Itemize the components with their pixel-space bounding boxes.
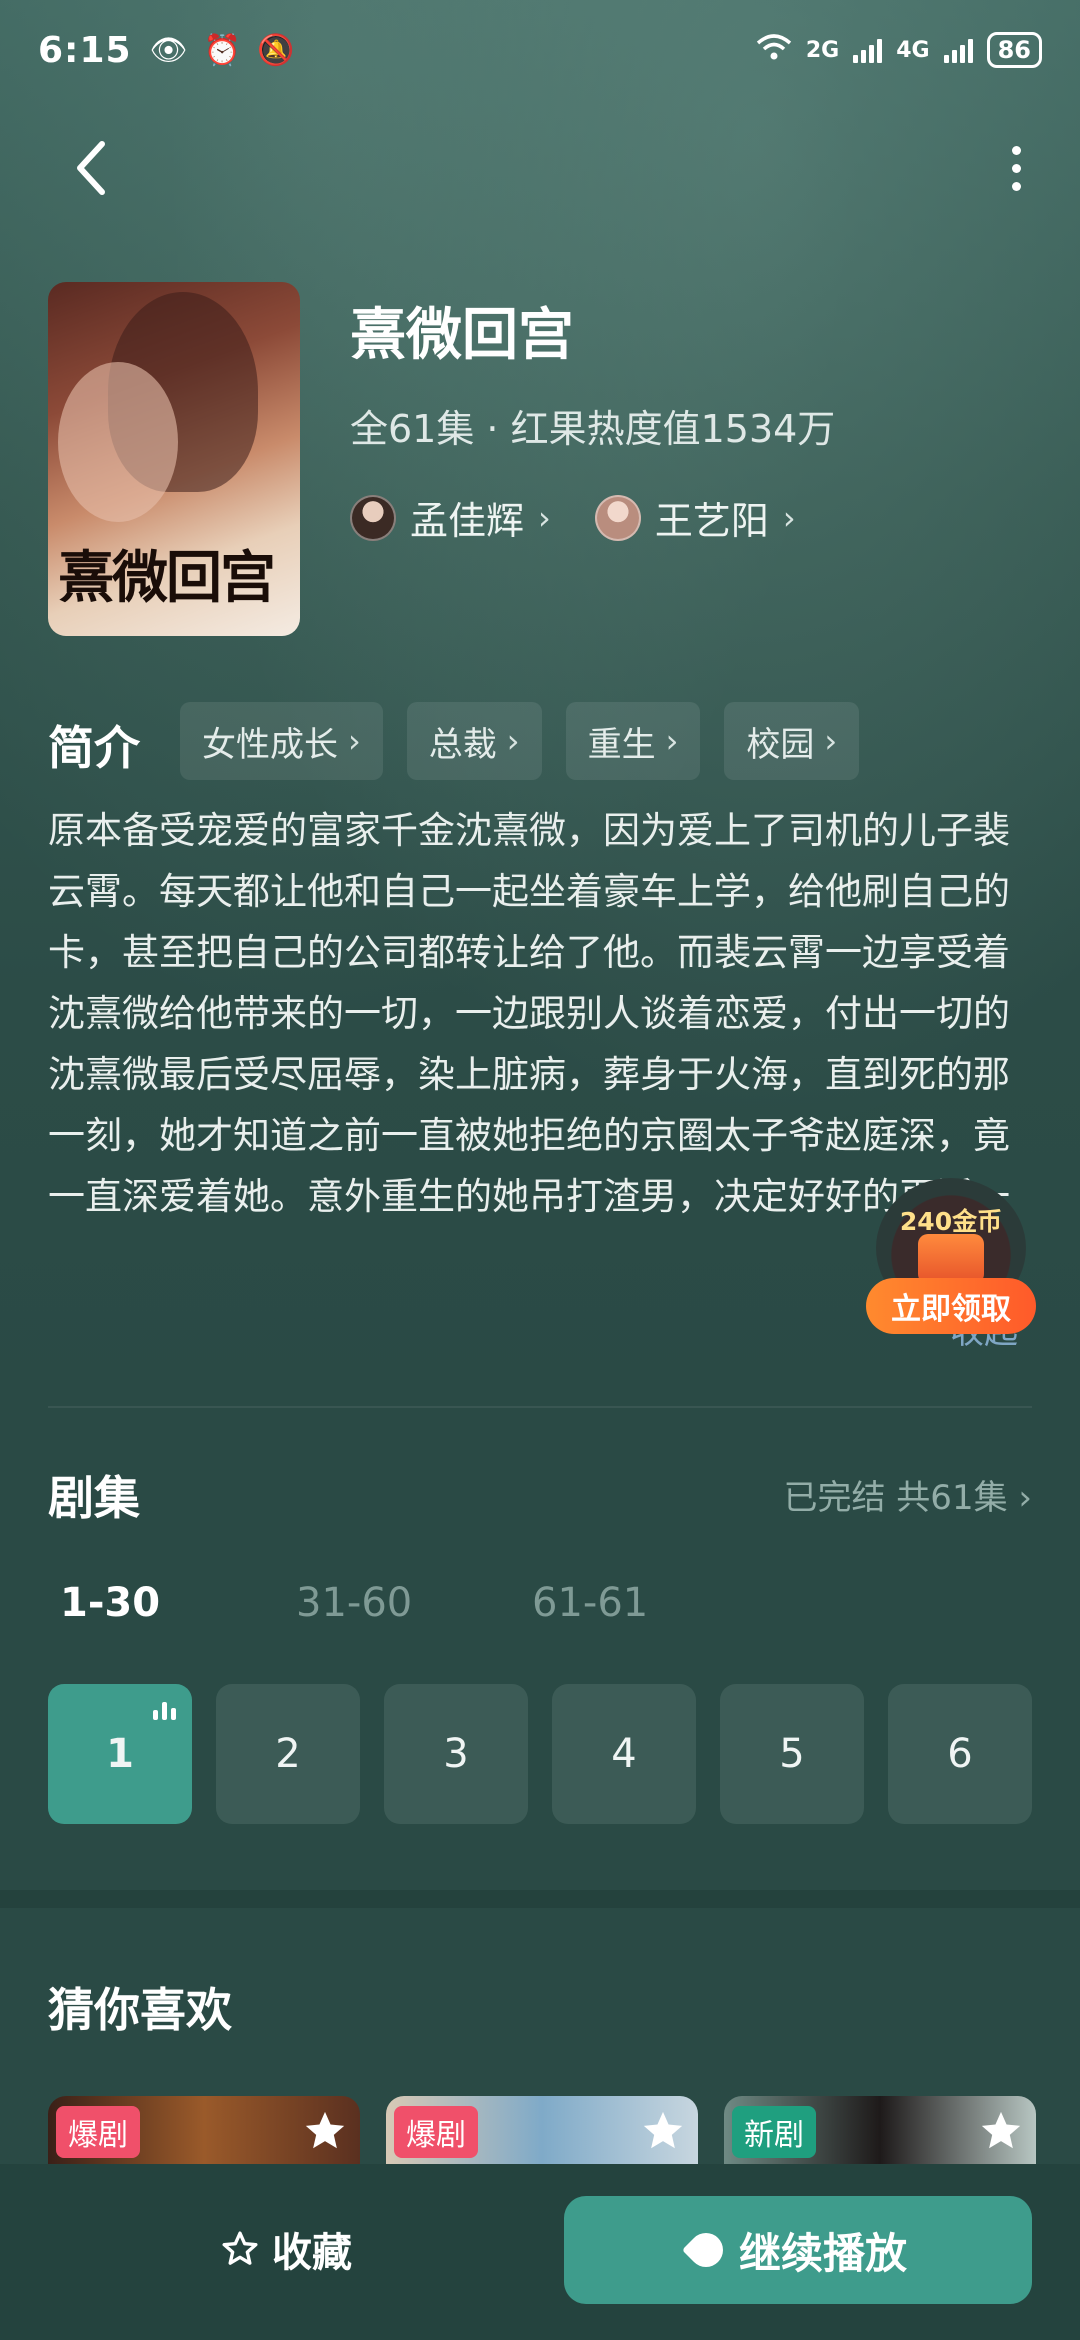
hot-badge: 爆剧 [394,2106,478,2158]
star-icon[interactable] [978,2108,1024,2154]
cast-list: 孟佳辉 › 王艺阳 › [350,490,796,545]
range-tab[interactable]: 31-60 [296,1580,532,1626]
divider [48,1406,1032,1408]
cast-name: 孟佳辉 [410,499,525,543]
episode-button[interactable]: 2 [216,1684,360,1824]
tag-list: 女性成长 › 总裁 › 重生 › 校园 › [180,702,860,780]
cast-name: 王艺阳 [654,499,769,543]
alarm-icon: ⏰ [203,32,241,68]
chevron-right-icon: › [824,722,838,760]
drama-poster[interactable]: 熹微回宫 [48,282,300,636]
coin-amount: 240金币 [899,1207,1003,1236]
tag-chip[interactable]: 总裁 › [406,702,542,780]
status-bar: 6:15 👁 ⏰ 🔕 2G 4G 86 [0,0,1080,100]
coin-reward-widget[interactable]: 240金币 立即领取 [866,1178,1036,1338]
new-badge: 新剧 [732,2106,816,2158]
synopsis-label: 简介 [48,721,140,775]
section-gap [0,1890,1080,1908]
mute-icon: 🔕 [257,32,295,68]
more-options-button[interactable] [996,138,1036,198]
chevron-right-icon: › [506,722,520,760]
chevron-right-icon: › [538,498,551,537]
back-arrow-icon [77,141,105,195]
hot-badge: 爆剧 [56,2106,140,2158]
episodes-label: 剧集 [48,1471,140,1525]
poster-title: 熹微回宫 [58,545,276,611]
battery-icon: 86 [986,32,1042,68]
avatar [350,494,396,541]
network-2g-label: 2G [805,37,840,63]
drama-title: 熹微回宫 [350,303,574,368]
episode-range-tabs: 1-30 31-60 61-61 [60,1580,768,1626]
tag-chip[interactable]: 校园 › [724,702,860,780]
chevron-right-icon: › [665,722,679,760]
back-button[interactable] [68,138,118,198]
episode-grid: 1 2 3 4 5 6 [48,1684,1032,1824]
status-right: 2G 4G 86 [756,32,1042,68]
episode-button[interactable]: 3 [384,1684,528,1824]
chevron-right-icon: › [782,498,796,537]
status-time: 6:15 [38,29,132,71]
network-4g-label: 4G [896,37,930,63]
signal-icon [853,37,883,63]
playing-icon [153,1702,176,1720]
play-icon [681,2225,731,2275]
avatar [594,494,641,541]
star-outline-icon [222,2231,258,2265]
more-dot-icon [1011,145,1021,155]
tag-chip[interactable]: 重生 › [565,702,701,780]
drama-meta: 全61集 · 红果热度值1534万 [350,407,836,451]
episode-button[interactable]: 5 [720,1684,864,1824]
wifi-icon [756,33,792,67]
eye-icon: 👁 [149,32,188,68]
episode-button[interactable]: 6 [888,1684,1032,1824]
signal-icon-2 [943,37,973,63]
chevron-right-icon: › [1018,1478,1032,1518]
claim-coin-button[interactable]: 立即领取 [866,1278,1036,1334]
recommend-label: 猜你喜欢 [48,1983,232,2037]
episode-button[interactable]: 4 [552,1684,696,1824]
episode-button[interactable]: 1 [48,1684,192,1824]
favorite-button[interactable]: 收藏 [220,2220,352,2278]
range-tab[interactable]: 61-61 [532,1580,768,1626]
episodes-status[interactable]: 已完结 共61集 › [784,1470,1033,1519]
star-icon[interactable] [640,2108,686,2154]
star-icon[interactable] [302,2108,348,2154]
range-tab[interactable]: 1-30 [60,1580,296,1626]
continue-play-button[interactable]: 继续播放 [564,2196,1032,2304]
status-icons: 👁 ⏰ 🔕 [150,33,295,68]
chevron-right-icon: › [348,722,361,760]
cast-item[interactable]: 孟佳辉 › [350,490,551,545]
gift-box-icon [918,1234,984,1284]
cast-item[interactable]: 王艺阳 › [594,490,796,545]
synopsis-text: 原本备受宠爱的富家千金沈熹微，因为爱上了司机的儿子裴云霄。每天都让他和自己一起坐… [48,809,1010,1218]
tag-chip[interactable]: 女性成长 › [180,702,383,780]
